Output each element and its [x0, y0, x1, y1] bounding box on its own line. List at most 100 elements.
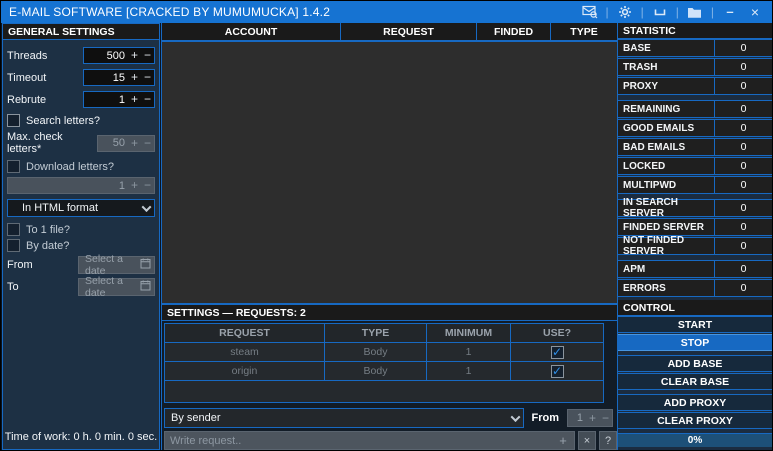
- stat-value: 0: [714, 280, 772, 296]
- stat-value: 0: [714, 177, 772, 193]
- sender-dropdown-value: By sender: [171, 412, 221, 424]
- chevron-down-icon: [142, 202, 152, 212]
- sender-dropdown[interactable]: By sender: [164, 408, 524, 428]
- threads-stepper[interactable]: 500 + −: [83, 47, 155, 64]
- column-account[interactable]: ACCOUNT: [162, 23, 341, 40]
- download-letters-row: Download letters?: [3, 160, 159, 173]
- stat-label: NOT FINDED SERVER: [618, 238, 714, 254]
- stat-row: TRASH 0: [618, 58, 772, 76]
- general-settings-panel: GENERAL SETTINGS Threads 500 + − Timeout…: [2, 23, 160, 450]
- increment-button: +: [586, 411, 599, 426]
- column-request[interactable]: REQUEST: [341, 23, 477, 40]
- stat-row: IN SEARCH SERVER 0: [618, 199, 772, 217]
- use-checkbox[interactable]: ✓: [551, 365, 564, 378]
- stat-value: 0: [714, 219, 772, 235]
- from-date-label: From: [7, 259, 33, 271]
- search-letters-label: Search letters?: [26, 115, 100, 127]
- decrement-button[interactable]: −: [141, 70, 154, 85]
- increment-button[interactable]: +: [128, 70, 141, 85]
- column-finded[interactable]: FINDED: [477, 23, 551, 40]
- stat-value: 0: [714, 139, 772, 155]
- stat-row: REMAINING 0: [618, 100, 772, 118]
- request-minimum: 1: [427, 343, 511, 361]
- format-dropdown-value: In HTML format: [22, 202, 98, 214]
- timeout-value[interactable]: 15: [84, 72, 128, 84]
- statistic-header: STATISTIC: [618, 23, 772, 39]
- by-date-row: By date?: [3, 239, 159, 252]
- stat-row: LOCKED 0: [618, 157, 772, 175]
- window-icon[interactable]: [651, 3, 669, 21]
- remove-request-button[interactable]: ×: [578, 431, 596, 450]
- request-use-cell: ✓: [511, 362, 603, 380]
- general-settings-header: GENERAL SETTINGS: [3, 24, 159, 40]
- table-row[interactable]: steam Body 1 ✓: [165, 343, 603, 362]
- stat-label: REMAINING: [618, 101, 714, 117]
- decrement-button: −: [141, 178, 154, 193]
- column-use: USE?: [511, 324, 603, 342]
- timeout-stepper[interactable]: 15 + −: [83, 69, 155, 86]
- decrement-button: −: [141, 136, 154, 151]
- request-type: Body: [325, 362, 427, 380]
- help-button[interactable]: ?: [599, 431, 617, 450]
- stat-value: 0: [714, 200, 772, 216]
- requests-settings-header: SETTINGS — REQUESTS: 2: [162, 305, 617, 321]
- use-checkbox[interactable]: ✓: [551, 346, 564, 359]
- clear-base-button[interactable]: CLEAR BASE: [618, 373, 772, 390]
- stat-label: GOOD EMAILS: [618, 120, 714, 136]
- rebrute-row: Rebrute 1 + −: [3, 91, 159, 108]
- account-list[interactable]: [162, 40, 617, 305]
- titlebar-divider: |: [711, 6, 714, 18]
- stat-value: 0: [714, 238, 772, 254]
- rebrute-label: Rebrute: [7, 94, 46, 106]
- max-check-letters-label: Max. check letters*: [7, 131, 97, 155]
- decrement-button[interactable]: −: [141, 48, 154, 63]
- titlebar-divider: |: [641, 6, 644, 18]
- increment-button: +: [128, 136, 141, 151]
- mail-search-icon[interactable]: [581, 3, 599, 21]
- requests-table-header: REQUEST TYPE MINIMUM USE?: [165, 324, 603, 343]
- format-dropdown[interactable]: In HTML format: [7, 199, 155, 217]
- add-request-button: +: [552, 433, 574, 448]
- check-icon: ✓: [552, 366, 562, 377]
- rebrute-stepper[interactable]: 1 + −: [83, 91, 155, 108]
- titlebar: E-MAIL SOFTWARE [CRACKED BY MUMUMUCKA] 1…: [1, 1, 772, 23]
- app-window: E-MAIL SOFTWARE [CRACKED BY MUMUMUCKA] 1…: [0, 0, 773, 451]
- gear-icon[interactable]: [616, 3, 634, 21]
- from-label: From: [532, 412, 560, 424]
- max-check-letters-row: Max. check letters* 50 + −: [3, 131, 159, 155]
- decrement-button[interactable]: −: [141, 92, 154, 107]
- progress-bar: 0%: [618, 433, 772, 447]
- stop-button[interactable]: STOP: [618, 334, 772, 351]
- rebrute-value[interactable]: 1: [84, 94, 128, 106]
- stat-label: FINDED SERVER: [618, 219, 714, 235]
- request-input[interactable]: [165, 432, 552, 449]
- search-letters-checkbox[interactable]: [7, 114, 20, 127]
- from-date-field: Select a date: [78, 256, 155, 274]
- download-count-value: 1: [8, 180, 128, 192]
- stat-row: APM 0: [618, 260, 772, 278]
- time-of-work: Time of work: 0 h. 0 min. 0 sec.: [3, 431, 159, 443]
- threads-value[interactable]: 500: [84, 50, 128, 62]
- to-date-placeholder: Select a date: [85, 275, 140, 299]
- increment-button: +: [128, 178, 141, 193]
- clear-proxy-button[interactable]: CLEAR PROXY: [618, 412, 772, 429]
- stat-row: MULTIPWD 0: [618, 176, 772, 194]
- request-input-wrap: +: [164, 431, 575, 450]
- window-title: E-MAIL SOFTWARE [CRACKED BY MUMUMUCKA] 1…: [9, 5, 330, 19]
- increment-button[interactable]: +: [128, 92, 141, 107]
- increment-button[interactable]: +: [128, 48, 141, 63]
- column-type[interactable]: TYPE: [551, 23, 617, 40]
- minimize-icon[interactable]: –: [721, 3, 739, 21]
- timeout-label: Timeout: [7, 72, 46, 84]
- folder-icon[interactable]: [686, 3, 704, 21]
- column-minimum: MINIMUM: [427, 324, 511, 342]
- close-icon[interactable]: ×: [746, 3, 764, 21]
- start-button[interactable]: START: [618, 316, 772, 333]
- add-base-button[interactable]: ADD BASE: [618, 355, 772, 372]
- add-proxy-button[interactable]: ADD PROXY: [618, 394, 772, 411]
- stat-row: BASE 0: [618, 39, 772, 57]
- by-date-checkbox: [7, 239, 20, 252]
- decrement-button: −: [599, 411, 612, 426]
- to-date-label: To: [7, 281, 19, 293]
- table-row[interactable]: origin Body 1 ✓: [165, 362, 603, 381]
